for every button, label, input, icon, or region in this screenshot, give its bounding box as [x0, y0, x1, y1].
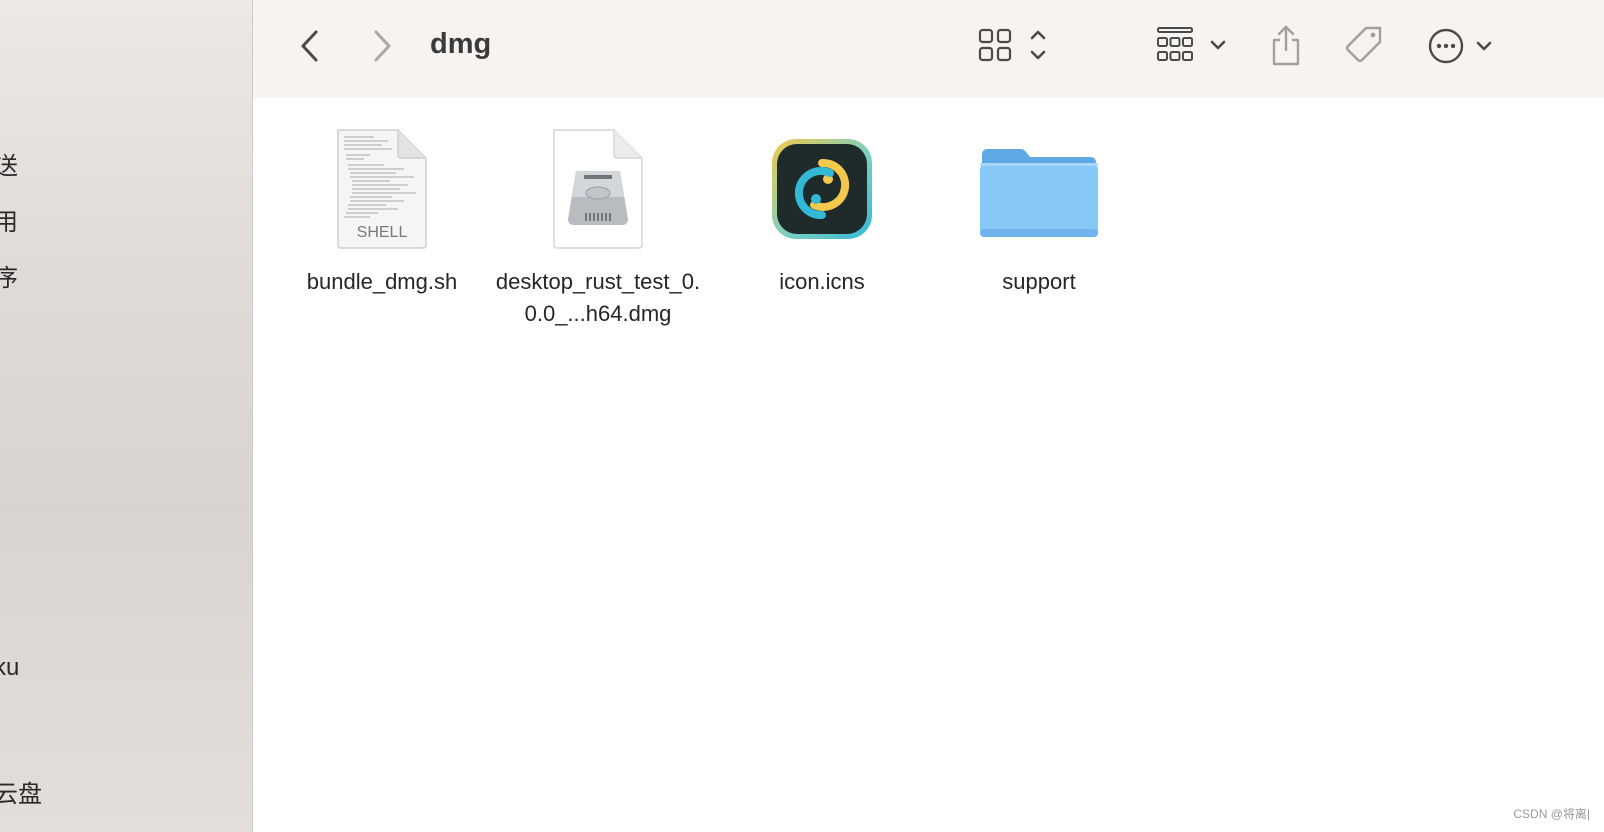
- sidebar: 送 用 序 ku 云盘: [0, 0, 253, 832]
- shell-badge: SHELL: [357, 224, 408, 241]
- watermark: CSDN @将离|: [1513, 807, 1590, 821]
- sidebar-item-3[interactable]: 序: [0, 258, 18, 293]
- file-item-icon-icns[interactable]: icon.icns: [714, 124, 930, 298]
- back-button[interactable]: [290, 26, 330, 66]
- file-label: support: [1002, 269, 1076, 294]
- icon-grid-icon: [978, 28, 1046, 62]
- file-item-bundle-dmg[interactable]: SHELL bundle_dmg.sh: [274, 124, 490, 298]
- window-title: dmg: [430, 28, 492, 60]
- more-actions-button[interactable]: [1426, 24, 1502, 68]
- sidebar-item-1[interactable]: 送: [0, 146, 18, 181]
- shell-script-icon: SHELL: [337, 129, 427, 249]
- file-item-support-folder[interactable]: support: [931, 124, 1147, 298]
- view-mode-button[interactable]: [978, 24, 1068, 68]
- file-item-desktop-rust-test-dmg[interactable]: desktop_rust_test_0.0.0_...h64.dmg: [490, 124, 706, 330]
- file-label: icon.icns: [779, 269, 865, 294]
- file-label: desktop_rust_test_0.0.0_...h64.dmg: [495, 269, 701, 326]
- group-grid-icon: [1157, 27, 1226, 61]
- folder-icon: [980, 149, 1098, 237]
- ellipsis-circle-icon: [1428, 28, 1492, 64]
- file-label: bundle_dmg.sh: [306, 269, 458, 294]
- share-button[interactable]: [1266, 22, 1306, 70]
- disk-image-icon: [553, 129, 643, 249]
- forward-button[interactable]: [362, 26, 402, 66]
- group-button[interactable]: [1156, 24, 1232, 68]
- sidebar-item-4[interactable]: ku: [0, 654, 19, 682]
- sidebar-item-5[interactable]: 云盘: [0, 774, 42, 809]
- chevron-right-icon: [374, 30, 391, 62]
- app-icon: [772, 139, 872, 239]
- tag-icon: [1345, 26, 1382, 63]
- sidebar-item-2[interactable]: 用: [0, 202, 18, 237]
- share-icon: [1272, 25, 1300, 66]
- tags-button[interactable]: [1342, 22, 1388, 70]
- chevron-left-icon: [301, 30, 318, 62]
